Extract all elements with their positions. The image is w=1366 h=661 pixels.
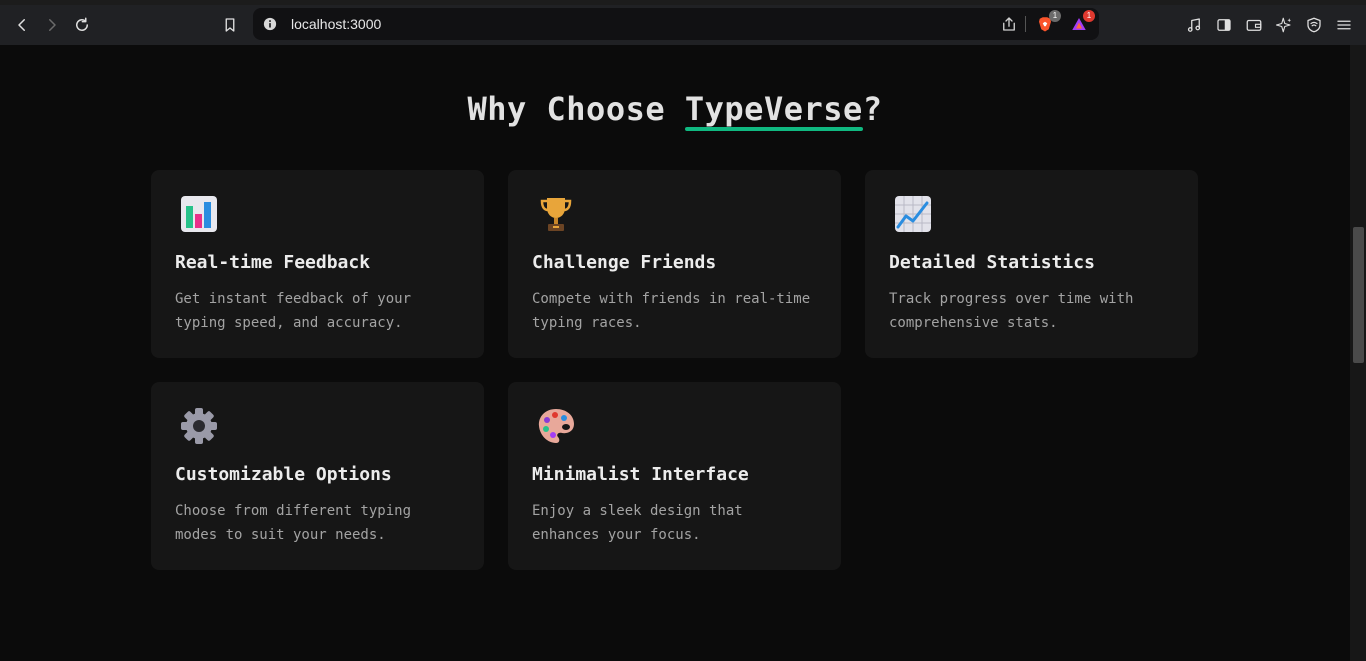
- feature-title: Customizable Options: [175, 464, 392, 485]
- sparkle-icon: [1275, 17, 1292, 33]
- sidebar-toggle-button[interactable]: [1213, 14, 1235, 36]
- leo-ai-button[interactable]: [1273, 14, 1295, 36]
- divider: [1025, 16, 1026, 32]
- address-bar[interactable]: localhost:3000 1 1: [253, 8, 1099, 40]
- shield-icon: [1307, 17, 1321, 33]
- wallet-icon: [1246, 19, 1262, 31]
- feature-description: Enjoy a sleek design that enhances your …: [532, 503, 743, 543]
- feature-card-minimalist-interface: Minimalist Interface Enjoy a sleek desig…: [508, 382, 841, 570]
- media-button[interactable]: [1183, 14, 1205, 36]
- share-button[interactable]: [998, 13, 1020, 35]
- section-title: Why Choose TypeVerse?: [0, 90, 1350, 131]
- brave-rewards-button[interactable]: 1: [1068, 10, 1095, 35]
- bookmark-button[interactable]: [218, 13, 242, 37]
- feature-title: Real-time Feedback: [175, 252, 371, 273]
- bookmark-icon: [225, 18, 235, 32]
- music-note-icon: [1187, 18, 1201, 32]
- browser-toolbar: localhost:3000 1 1: [0, 5, 1366, 45]
- back-button[interactable]: [10, 13, 34, 37]
- vpn-button[interactable]: [1303, 14, 1325, 36]
- scrollbar-thumb[interactable]: [1353, 227, 1364, 363]
- gear-icon: [181, 408, 217, 444]
- trend-chart-icon: [895, 196, 931, 232]
- rewards-count-badge: 1: [1083, 10, 1095, 22]
- feature-card-detailed-statistics: Detailed Statistics Track progress over …: [865, 170, 1198, 358]
- palette-icon: [538, 409, 574, 443]
- feature-card-customizable-options: Customizable Options Choose from differe…: [151, 382, 484, 570]
- shields-count-badge: 1: [1049, 10, 1061, 22]
- feature-title: Challenge Friends: [532, 252, 717, 273]
- menu-button[interactable]: [1333, 14, 1355, 36]
- feature-card-challenge-friends: Challenge Friends Compete with friends i…: [508, 170, 841, 358]
- forward-button[interactable]: [40, 13, 64, 37]
- feature-description: Track progress over time with comprehens…: [889, 291, 1134, 331]
- feature-description: Choose from different typing modes to su…: [175, 503, 412, 543]
- section-title-suffix: ?: [862, 90, 883, 128]
- chevron-left-icon: [18, 19, 25, 31]
- url-text[interactable]: localhost:3000: [291, 16, 381, 32]
- page-scrollbar[interactable]: [1350, 45, 1366, 661]
- bar-chart-icon: [181, 196, 217, 232]
- sidebar-icon: [1217, 19, 1231, 31]
- feature-description: Compete with friends in real-time typing…: [532, 291, 811, 331]
- reload-icon: [76, 17, 88, 31]
- trophy-icon: [540, 198, 572, 231]
- brave-shields-button[interactable]: 1: [1034, 10, 1061, 35]
- chevron-right-icon: [49, 19, 56, 31]
- site-info-icon[interactable]: [263, 17, 277, 31]
- feature-card-realtime-feedback: Real-time Feedback Get instant feedback …: [151, 170, 484, 358]
- brand-name: TypeVerse: [684, 90, 863, 131]
- feature-title: Detailed Statistics: [889, 252, 1095, 273]
- reload-button[interactable]: [70, 13, 94, 37]
- hamburger-menu-icon: [1337, 20, 1351, 30]
- section-title-prefix: Why Choose: [467, 90, 685, 128]
- feature-title: Minimalist Interface: [532, 464, 749, 485]
- wallet-button[interactable]: [1243, 14, 1265, 36]
- feature-description: Get instant feedback of your typing spee…: [175, 291, 412, 331]
- share-icon: [1003, 17, 1015, 31]
